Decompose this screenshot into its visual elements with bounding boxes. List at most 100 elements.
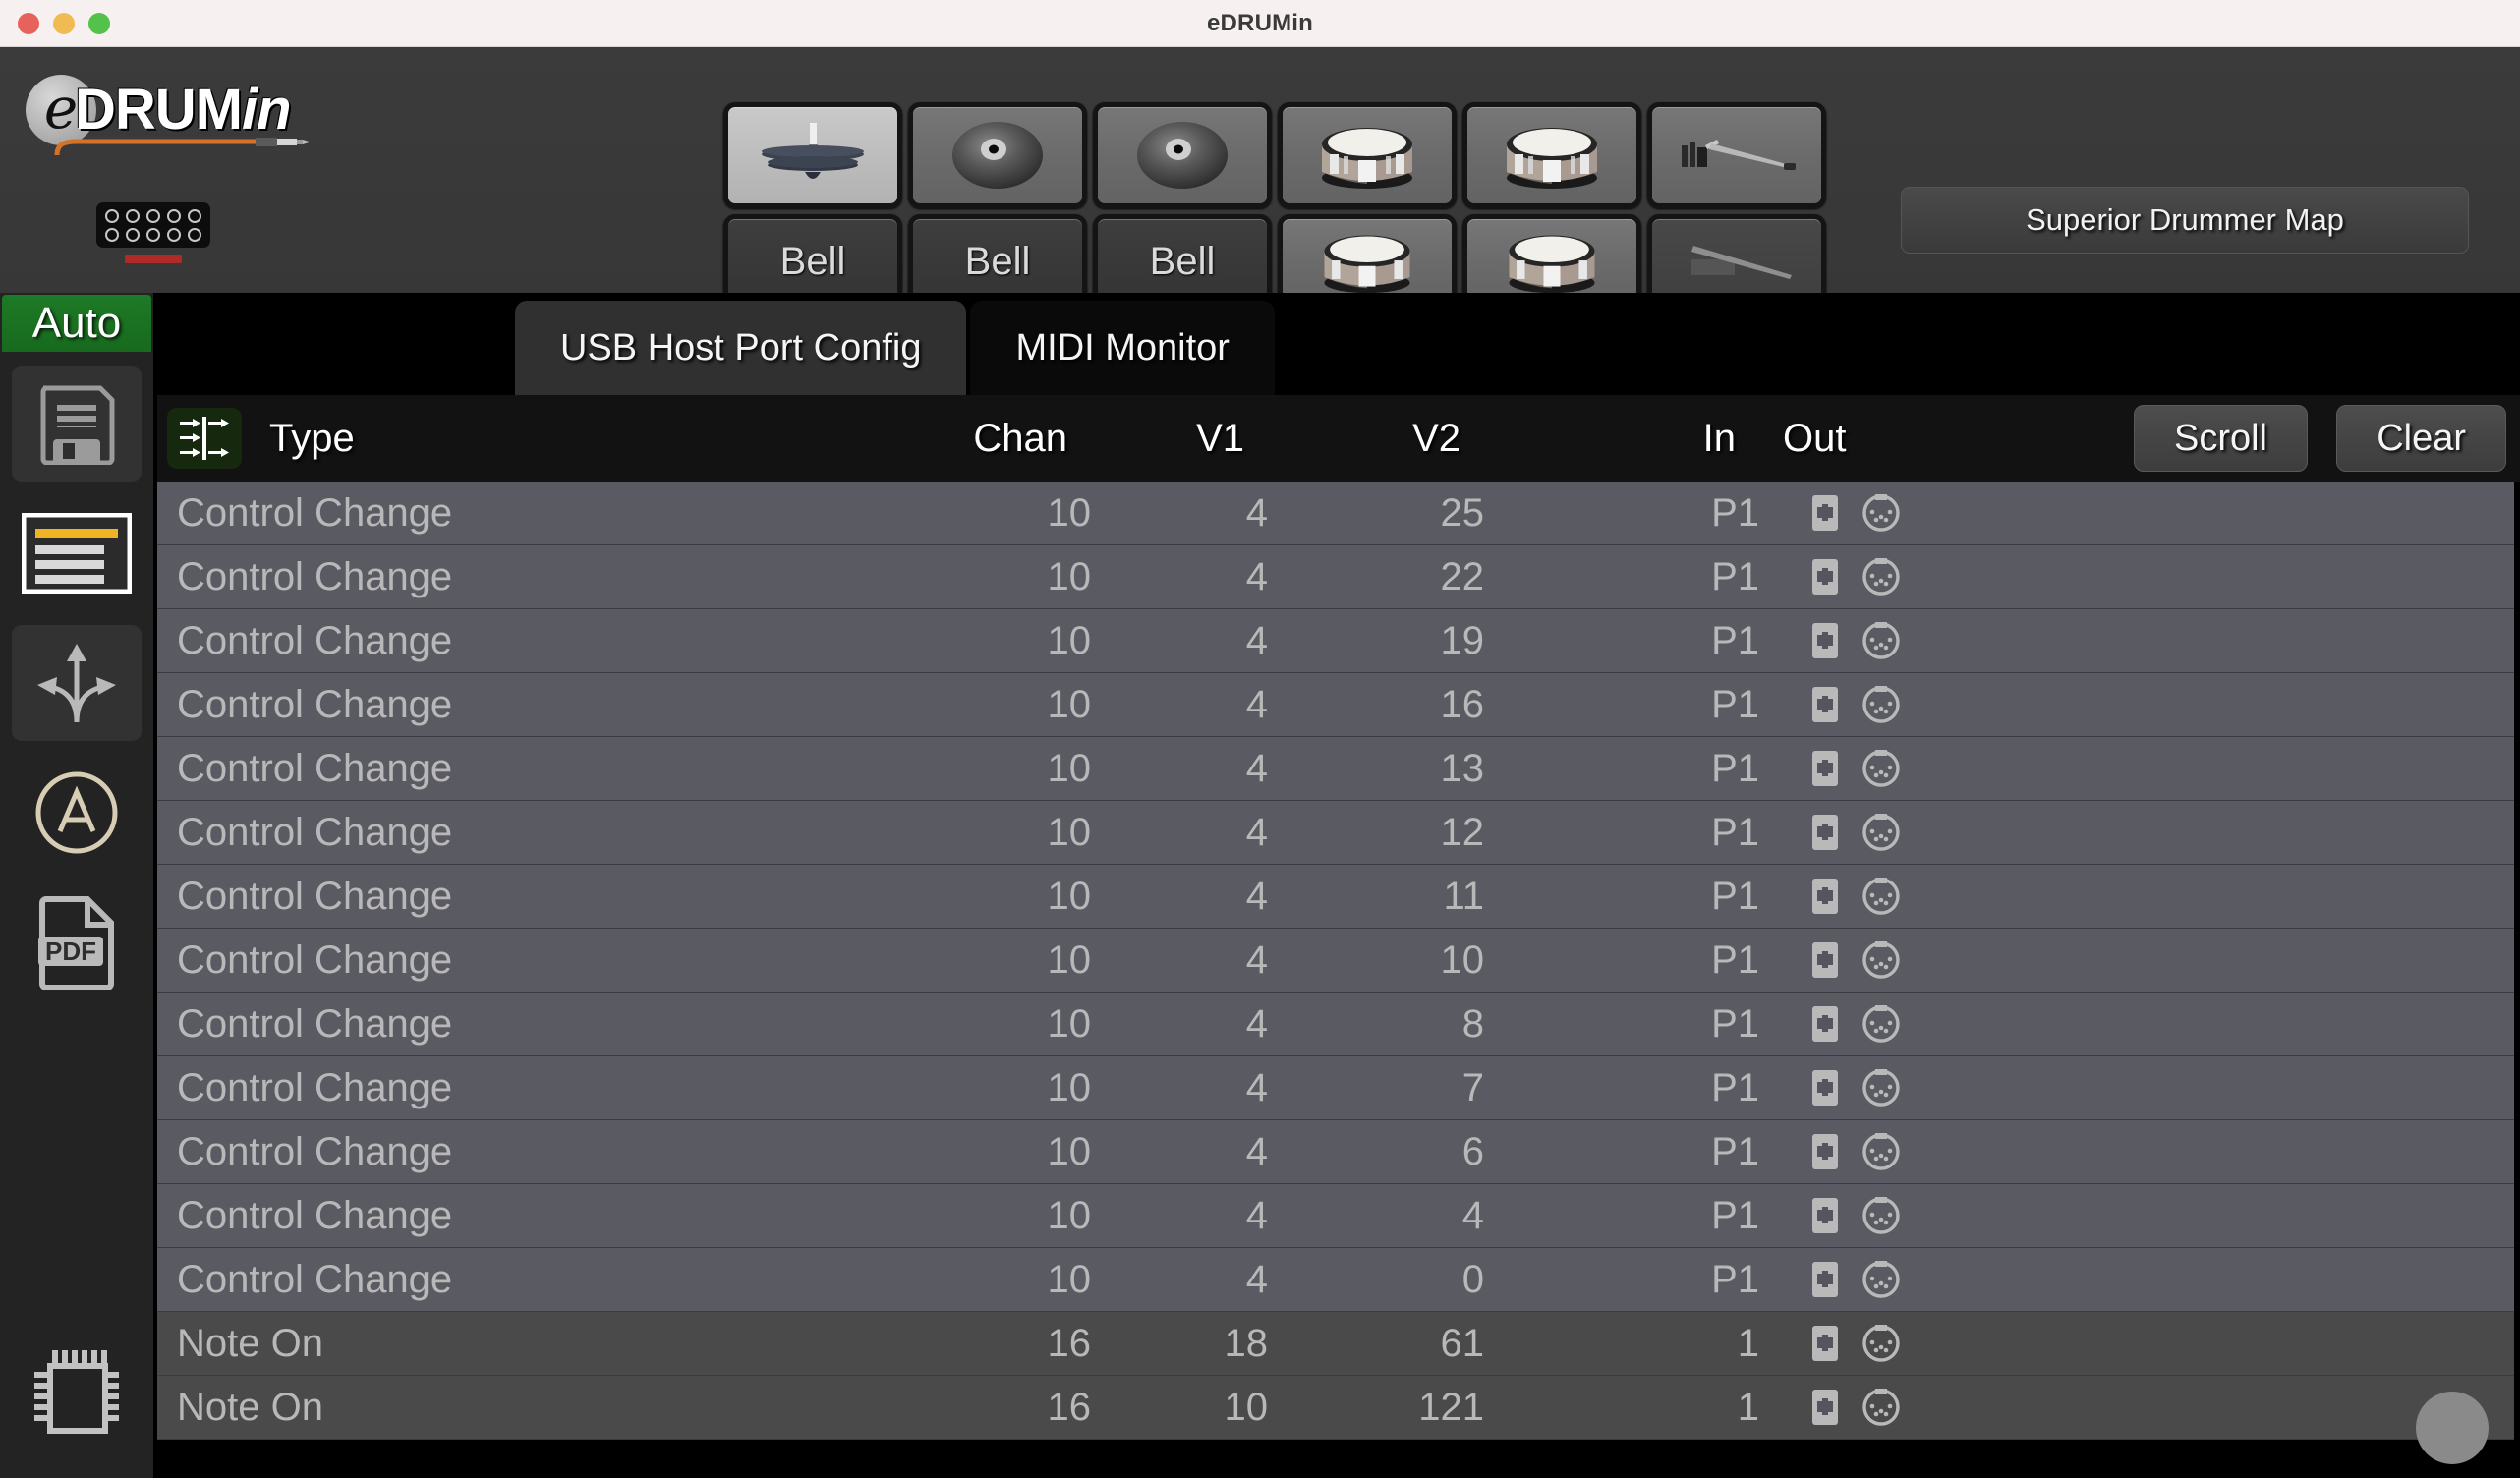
column-header-in[interactable]: In — [1460, 417, 1736, 461]
cell-v2: 25 — [1440, 490, 1485, 535]
cell-v1: 4 — [1245, 1257, 1268, 1301]
table-row[interactable]: Control Change 10 4 8 P1 — [157, 993, 2520, 1056]
usb-port-icon — [1812, 751, 1838, 786]
table-row[interactable]: Note On 16 10 121 1 — [157, 1376, 2520, 1440]
cell-v2: 6 — [1461, 1129, 1484, 1173]
resize-grab-handle[interactable] — [2416, 1392, 2489, 1464]
usb-port-icon — [1812, 942, 1838, 978]
table-row[interactable]: Control Change 10 4 19 P1 — [157, 609, 2520, 673]
cell-v2: 12 — [1440, 810, 1485, 854]
midi-din-icon — [1862, 622, 1900, 659]
circle-a-icon — [35, 771, 118, 854]
column-header-out[interactable]: Out — [1736, 417, 1981, 461]
cell-v2: 16 — [1440, 682, 1485, 726]
cell-v2: 11 — [1443, 874, 1484, 918]
jack-icon — [146, 227, 160, 242]
tab-usb-host-port-config[interactable]: USB Host Port Config — [515, 301, 967, 395]
cell-v1: 4 — [1245, 1001, 1268, 1046]
cell-chan: 10 — [1047, 1129, 1092, 1173]
cell-v1: 4 — [1245, 682, 1268, 726]
cell-out — [1759, 1196, 2005, 1235]
vertical-scrollbar[interactable] — [2514, 482, 2520, 1478]
column-header-type[interactable]: Type — [242, 417, 743, 461]
table-row[interactable]: Control Change 10 4 16 P1 — [157, 673, 2520, 737]
column-header-v1[interactable]: V1 — [1067, 417, 1244, 461]
column-header-v2[interactable]: V2 — [1244, 417, 1460, 461]
clear-button[interactable]: Clear — [2336, 405, 2506, 472]
jack-icon — [105, 208, 119, 223]
cell-v1: 4 — [1245, 490, 1268, 535]
drum-icon — [1507, 128, 1597, 189]
midi-din-icon — [1862, 814, 1900, 851]
jack-icon — [188, 227, 201, 242]
cell-v1: 4 — [1245, 746, 1268, 790]
pdf-icon: PDF — [38, 896, 114, 990]
cell-chan: 16 — [1047, 1321, 1092, 1365]
cell-in: 1 — [1737, 1321, 1759, 1365]
table-row[interactable]: Control Change 10 4 22 P1 — [157, 545, 2520, 609]
jack-icon — [167, 208, 181, 223]
cell-out — [1759, 621, 2005, 660]
table-row[interactable]: Control Change 10 4 10 P1 — [157, 929, 2520, 993]
cell-chan: 10 — [1047, 1065, 1092, 1109]
midi-din-icon — [1862, 1197, 1900, 1234]
cell-out — [1759, 877, 2005, 916]
logo-e-letter: e — [43, 75, 79, 142]
pad-drum-5[interactable] — [1462, 102, 1641, 208]
cell-v1: 10 — [1224, 1385, 1269, 1429]
cell-chan: 10 — [1047, 490, 1092, 535]
table-row[interactable]: Control Change 10 4 25 P1 — [157, 482, 2520, 545]
cell-in: P1 — [1711, 810, 1759, 854]
cell-chan: 10 — [1047, 1001, 1092, 1046]
pad-hihat-1[interactable] — [723, 102, 902, 208]
cell-out — [1759, 685, 2005, 724]
midi-event-list[interactable]: Control Change 10 4 25 P1 Control Change 10 4 22… — [157, 482, 2520, 1478]
pad-cymbal-3[interactable] — [1093, 102, 1272, 208]
window-title: eDRUMin — [1206, 9, 1314, 36]
cell-in: P1 — [1711, 1129, 1759, 1173]
table-row[interactable]: Control Change 10 4 0 P1 — [157, 1248, 2520, 1312]
table-row[interactable]: Control Change 10 4 11 P1 — [157, 865, 2520, 929]
tab-midi-monitor[interactable]: MIDI Monitor — [970, 301, 1275, 395]
usb-port-icon — [1812, 1006, 1838, 1042]
column-header-chan[interactable]: Chan — [743, 417, 1067, 461]
cell-chan: 10 — [1047, 618, 1092, 662]
midi-din-icon — [1862, 1389, 1900, 1426]
jack-icon — [126, 208, 140, 223]
sidebar-item-routing[interactable] — [12, 625, 142, 741]
table-row[interactable]: Control Change 10 4 4 P1 — [157, 1184, 2520, 1248]
device-jack-panel — [96, 202, 210, 248]
cell-in: P1 — [1711, 1001, 1759, 1046]
cell-in: P1 — [1711, 1257, 1759, 1301]
superior-drummer-map-button[interactable]: Superior Drummer Map — [1901, 187, 2469, 254]
midi-din-icon — [1862, 941, 1900, 979]
cell-v1: 4 — [1245, 1129, 1268, 1173]
table-row[interactable]: Control Change 10 4 13 P1 — [157, 737, 2520, 801]
sidebar-item-list[interactable] — [12, 495, 142, 611]
table-row[interactable]: Control Change 10 4 7 P1 — [157, 1056, 2520, 1120]
sidebar-item-pdf[interactable]: PDF — [12, 884, 142, 1000]
scroll-button[interactable]: Scroll — [2133, 405, 2308, 472]
sidebar-item-chip[interactable] — [12, 1335, 142, 1450]
chip-icon — [34, 1350, 119, 1434]
pad-hihat-pedal-6[interactable] — [1647, 102, 1826, 208]
cell-type: Control Change — [177, 618, 453, 662]
sidebar-item-save[interactable] — [12, 366, 142, 482]
pad-cymbal-2[interactable] — [908, 102, 1087, 208]
sidebar-item-circle-a[interactable] — [12, 755, 142, 871]
midi-din-icon — [1862, 1133, 1900, 1170]
table-row[interactable]: Control Change 10 4 12 P1 — [157, 801, 2520, 865]
cell-chan: 10 — [1047, 554, 1092, 598]
table-row[interactable]: Note On 16 18 61 1 — [157, 1312, 2520, 1376]
pad-label: Bell — [964, 239, 1031, 283]
cell-v1: 4 — [1245, 810, 1268, 854]
usb-port-icon — [1812, 1198, 1838, 1233]
cell-in: P1 — [1711, 874, 1759, 918]
midi-din-icon — [1862, 878, 1900, 915]
filter-routing-icon[interactable] — [167, 408, 242, 469]
cymbal-icon — [1137, 122, 1228, 189]
pad-drum-4[interactable] — [1278, 102, 1457, 208]
auto-button[interactable]: Auto — [2, 295, 151, 352]
cell-type: Note On — [177, 1321, 323, 1365]
table-row[interactable]: Control Change 10 4 6 P1 — [157, 1120, 2520, 1184]
